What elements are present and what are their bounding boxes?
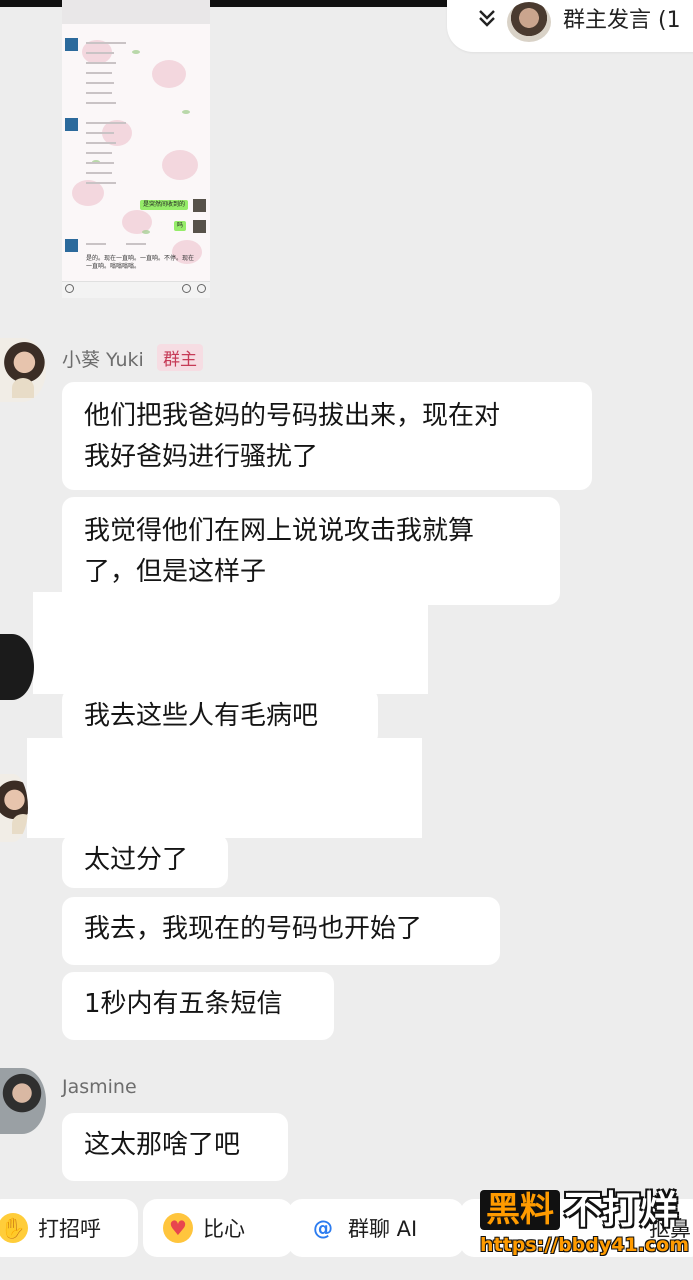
- avatar[interactable]: [0, 1068, 46, 1134]
- avatar[interactable]: [0, 634, 34, 700]
- voice-icon: [65, 284, 74, 293]
- plus-icon: [197, 284, 206, 293]
- message-line: [86, 132, 114, 134]
- watermark-slogan: 不打烊: [564, 1188, 679, 1232]
- mini-avatar: [193, 220, 206, 233]
- message-line: [86, 62, 116, 64]
- mini-avatar: [193, 199, 206, 212]
- floral-decoration: [162, 150, 198, 180]
- message-line: [86, 42, 126, 44]
- message-bubble[interactable]: 太过分了: [62, 834, 228, 888]
- floral-decoration: [152, 60, 186, 88]
- message-line: [86, 243, 106, 245]
- green-bubble: 是突然间收到的: [140, 200, 189, 210]
- heart-hand-icon: ♥: [163, 1213, 193, 1243]
- message-bubble[interactable]: 他们把我爸妈的号码拔出来，现在对 我好爸妈进行骚扰了: [62, 382, 592, 490]
- message-bubble[interactable]: 我觉得他们在网上说说攻击我就算 了，但是这样子: [62, 497, 560, 605]
- message-text: 我去，我现在的号码也开始了: [84, 914, 423, 944]
- contact-avatar: [65, 38, 78, 51]
- watermark-url: https://bbdy41.com: [480, 1234, 690, 1256]
- contact-avatar: [65, 239, 78, 252]
- message-line: [86, 102, 116, 104]
- owner-messages-label: 群主发言 (1: [563, 8, 681, 33]
- message-bubble[interactable]: 我去，我现在的号码也开始了: [62, 897, 500, 965]
- sender-name: Jasmine: [62, 1076, 137, 1098]
- avatar: [507, 2, 551, 42]
- message-line: [86, 72, 112, 74]
- message-text: 我好爸妈进行骚扰了: [84, 442, 319, 472]
- quick-action-label: 比心: [203, 1217, 245, 1241]
- leaf-decoration: [132, 50, 140, 54]
- message-line: [86, 82, 114, 84]
- double-chevron-down-icon: [479, 10, 495, 27]
- message-text: 我觉得他们在网上说说攻击我就算: [84, 516, 475, 546]
- message-text: 太过分了: [84, 845, 189, 875]
- owner-messages-pill[interactable]: 群主发言 (1: [447, 0, 693, 52]
- message-line: [86, 162, 114, 164]
- message-line: [86, 142, 116, 144]
- screenshot-header-blur: [62, 0, 210, 24]
- watermark: 黑料 不打烊 https://bbdy41.com: [480, 1190, 693, 1262]
- message-text: 1秒内有五条短信: [84, 989, 283, 1019]
- quick-action-group-ai[interactable]: @ 群聊 AI: [288, 1199, 464, 1257]
- at-icon: @: [308, 1213, 338, 1243]
- owner-badge: 群主: [157, 344, 203, 371]
- message-line: [126, 243, 146, 245]
- leaf-decoration: [182, 110, 190, 114]
- redaction-mask: [33, 592, 428, 694]
- redaction-mask: [27, 738, 422, 838]
- leaf-decoration: [142, 230, 150, 234]
- avatar[interactable]: [0, 338, 46, 402]
- message-text: 我去这些人有毛病吧: [84, 701, 319, 731]
- quick-action-label: 打招呼: [38, 1217, 101, 1241]
- contact-avatar: [65, 118, 78, 131]
- message-text: 他们把我爸妈的号码拔出来，现在对: [84, 401, 501, 431]
- bottom-edge: [0, 1268, 693, 1280]
- message-line: [86, 172, 112, 174]
- quick-action-wave[interactable]: ✋ 打招呼: [0, 1199, 138, 1257]
- green-bubble: 吗: [174, 221, 187, 231]
- message-line: [86, 52, 114, 54]
- message-line: [86, 182, 116, 184]
- message-line: [86, 92, 112, 94]
- quick-action-label: 群聊 AI: [348, 1217, 418, 1241]
- message-text: 了，但是这样子: [84, 557, 267, 587]
- wave-icon: ✋: [0, 1213, 28, 1243]
- shared-screenshot-image[interactable]: 是突然间收到的 吗 是的。现在一直响。一直响。不停。现在一直响。嗡嗡嗡嗡。: [62, 0, 210, 298]
- message-line: [86, 152, 112, 154]
- message-bubble[interactable]: 这太那啥了吧: [62, 1113, 288, 1181]
- message-bubble[interactable]: 1秒内有五条短信: [62, 972, 334, 1040]
- watermark-brand: 黑料: [480, 1190, 560, 1230]
- message-text: 是的。现在一直响。一直响。不停。现在一直响。嗡嗡嗡嗡。: [86, 255, 195, 270]
- quick-action-heart[interactable]: ♥ 比心: [143, 1199, 293, 1257]
- message-line: [86, 122, 126, 124]
- emoji-icon: [182, 284, 191, 293]
- message-text: 这太那啥了吧: [84, 1130, 241, 1160]
- avatar[interactable]: [0, 774, 28, 842]
- sender-name: 小葵 Yuki: [62, 349, 144, 371]
